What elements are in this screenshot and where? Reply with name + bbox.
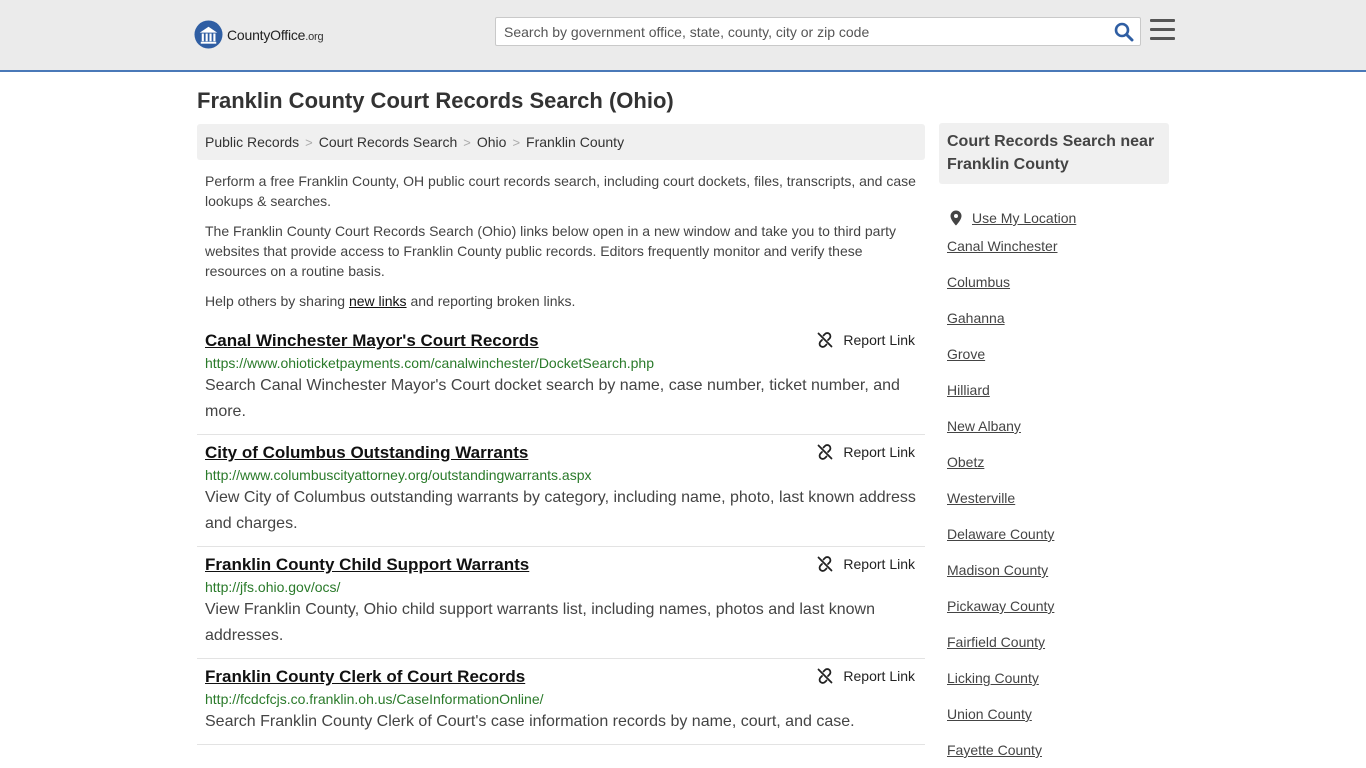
breadcrumb: Public Records > Court Records Search > Ohio… [197, 124, 925, 160]
sidebar-item-licking-county: Licking County [947, 668, 1169, 704]
use-my-location-item: Use My Location [947, 200, 1169, 236]
sidebar-link[interactable]: Westerville [947, 490, 1015, 506]
sidebar-link[interactable]: Licking County [947, 670, 1039, 686]
location-pin-icon [950, 210, 962, 226]
record-item: City of Columbus Outstanding Warrants ht… [197, 435, 925, 547]
sidebar-item-fayette-county: Fayette County [947, 740, 1169, 768]
intro-paragraph-2: The Franklin County Court Records Search… [205, 223, 897, 279]
broken-link-icon [818, 332, 833, 348]
intro-text: Perform a free Franklin County, OH publi… [205, 171, 921, 321]
sidebar-item-columbus: Columbus [947, 272, 1169, 308]
search-input[interactable] [496, 18, 1096, 45]
sidebar-link[interactable]: Fayette County [947, 742, 1042, 758]
breadcrumb-court-records-search[interactable]: Court Records Search [319, 134, 458, 150]
broken-link-icon [818, 444, 833, 460]
record-title-link[interactable]: Canal Winchester Mayor's Court Records [205, 330, 539, 352]
sidebar-item-grove: Grove [947, 344, 1169, 380]
sidebar-item-gahanna: Gahanna [947, 308, 1169, 344]
report-link-button[interactable]: Report Link [817, 556, 915, 572]
record-item: Franklin County Child Support Warrants h… [197, 547, 925, 659]
sidebar-item-obetz: Obetz [947, 452, 1169, 488]
breadcrumb-separator: > [512, 135, 521, 150]
breadcrumb-separator: > [463, 135, 471, 150]
search-icon[interactable] [1114, 22, 1134, 42]
logo-suffix-text: .org [305, 30, 324, 43]
site-logo[interactable]: CountyOffice.org [194, 20, 324, 49]
intro-paragraph-3: Help others by sharing new links and rep… [205, 291, 921, 311]
county-office-logo-icon [194, 20, 223, 49]
sidebar-item-pickaway-county: Pickaway County [947, 596, 1169, 632]
sidebar-item-fairfield-county: Fairfield County [947, 632, 1169, 668]
breadcrumb-separator: > [305, 135, 313, 150]
intro-paragraph-1: Perform a free Franklin County, OH publi… [205, 173, 916, 209]
record-title-link[interactable]: City of Columbus Outstanding Warrants [205, 442, 528, 464]
sidebar-link[interactable]: Grove [947, 346, 985, 362]
report-link-label: Report Link [843, 668, 915, 684]
sidebar-link[interactable]: New Albany [947, 418, 1021, 434]
sidebar-link[interactable]: Obetz [947, 454, 984, 470]
breadcrumb-franklin-county[interactable]: Franklin County [526, 134, 624, 150]
sidebar-item-westerville: Westerville [947, 488, 1169, 524]
site-header: CountyOffice.org [0, 0, 1366, 72]
broken-link-icon [818, 556, 833, 572]
record-description: View City of Columbus outstanding warran… [205, 489, 916, 532]
record-item: Canal Winchester Mayor's Court Records h… [197, 323, 925, 435]
use-my-location-link[interactable]: Use My Location [972, 208, 1076, 228]
sidebar-heading: Court Records Search near Franklin Count… [939, 123, 1169, 184]
sidebar-link[interactable]: Union County [947, 706, 1032, 722]
report-link-label: Report Link [843, 332, 915, 348]
report-link-label: Report Link [843, 444, 915, 460]
breadcrumb-public-records[interactable]: Public Records [205, 134, 299, 150]
record-item: Franklin County Clerk of Court Records h… [197, 659, 925, 745]
record-url: http://www.columbuscityattorney.org/outs… [205, 467, 592, 483]
search-bar [495, 17, 1141, 46]
report-link-label: Report Link [843, 556, 915, 572]
page-title: Franklin County Court Records Search (Oh… [197, 88, 674, 113]
sidebar-link[interactable]: Hilliard [947, 382, 990, 398]
hamburger-menu-icon[interactable] [1150, 19, 1175, 41]
record-title-link[interactable]: Franklin County Clerk of Court Records [205, 666, 525, 688]
record-url: http://jfs.ohio.gov/ocs/ [205, 579, 341, 595]
broken-link-icon [818, 668, 833, 684]
sidebar-item-new-albany: New Albany [947, 416, 1169, 452]
report-link-button[interactable]: Report Link [817, 668, 915, 684]
sidebar-item-hilliard: Hilliard [947, 380, 1169, 416]
sidebar-link[interactable]: Pickaway County [947, 598, 1054, 614]
record-description: Search Canal Winchester Mayor's Court do… [205, 377, 900, 420]
sidebar-nearby-list: Use My Location Canal Winchester Columbu… [947, 200, 1169, 768]
record-description: View Franklin County, Ohio child support… [205, 601, 875, 644]
sidebar-item-delaware-county: Delaware County [947, 524, 1169, 560]
record-url: https://www.ohioticketpayments.com/canal… [205, 355, 654, 371]
logo-text: CountyOffice.org [227, 26, 324, 43]
intro-p3-text-end: and reporting broken links. [406, 293, 576, 309]
logo-main-text: CountyOffice [227, 26, 306, 43]
new-links-link[interactable]: new links [349, 293, 407, 309]
report-link-button[interactable]: Report Link [817, 332, 915, 348]
sidebar-item-union-county: Union County [947, 704, 1169, 740]
sidebar-link[interactable]: Columbus [947, 274, 1010, 290]
sidebar-item-madison-county: Madison County [947, 560, 1169, 596]
records-list: Canal Winchester Mayor's Court Records h… [197, 323, 925, 745]
sidebar-link[interactable]: Madison County [947, 562, 1048, 578]
record-title-link[interactable]: Franklin County Child Support Warrants [205, 554, 529, 576]
sidebar-link[interactable]: Gahanna [947, 310, 1005, 326]
record-description: Search Franklin County Clerk of Court's … [205, 713, 855, 730]
sidebar-item-canal-winchester: Canal Winchester [947, 236, 1169, 272]
report-link-button[interactable]: Report Link [817, 444, 915, 460]
record-url: http://fcdcfcjs.co.franklin.oh.us/CaseIn… [205, 691, 544, 707]
intro-p3-text: Help others by sharing [205, 293, 349, 309]
breadcrumb-ohio[interactable]: Ohio [477, 134, 507, 150]
sidebar-link[interactable]: Fairfield County [947, 634, 1045, 650]
sidebar-link[interactable]: Canal Winchester [947, 238, 1058, 254]
sidebar-link[interactable]: Delaware County [947, 526, 1054, 542]
